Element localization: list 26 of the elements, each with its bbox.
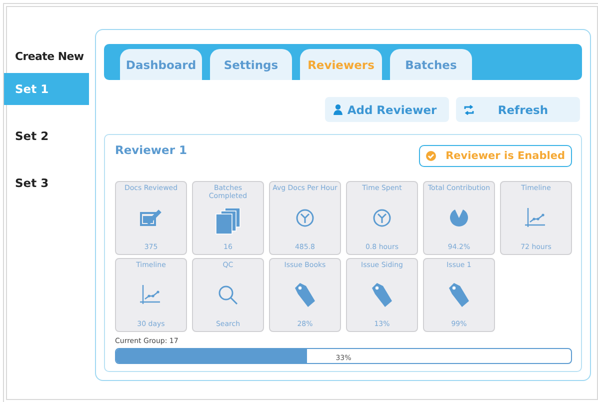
pie-icon bbox=[449, 208, 469, 228]
tag-icon bbox=[294, 282, 316, 308]
tag-icon bbox=[371, 282, 393, 308]
tab[interactable]: Dashboard bbox=[120, 49, 202, 80]
search-icon bbox=[218, 284, 238, 304]
clock-icon bbox=[296, 208, 314, 226]
tab[interactable]: Batches bbox=[390, 49, 472, 80]
refresh-button[interactable]: Refresh bbox=[456, 97, 580, 122]
refresh-icon bbox=[464, 104, 474, 114]
sidebar-item[interactable]: Set 3 bbox=[4, 167, 89, 199]
check-circle-icon bbox=[426, 151, 436, 161]
reviewer-title: Reviewer 1 bbox=[115, 143, 187, 157]
clock-icon bbox=[373, 208, 391, 226]
pages-icon bbox=[215, 208, 241, 235]
checkbox-icon bbox=[140, 208, 162, 226]
person-icon bbox=[333, 104, 343, 115]
line-chart-icon bbox=[525, 208, 547, 228]
status-text: Reviewer is Enabled bbox=[446, 150, 565, 162]
sidebar-item[interactable]: Create New bbox=[4, 41, 89, 73]
line-chart-icon bbox=[140, 284, 162, 304]
sidebar-item[interactable]: Set 2 bbox=[4, 120, 89, 152]
tab[interactable]: Settings bbox=[210, 49, 292, 80]
tab[interactable]: Reviewers bbox=[300, 49, 382, 80]
tag-icon bbox=[448, 282, 470, 308]
add-reviewer-button[interactable]: Add Reviewer bbox=[325, 97, 449, 122]
sidebar-item[interactable]: Set 1 bbox=[4, 73, 89, 105]
